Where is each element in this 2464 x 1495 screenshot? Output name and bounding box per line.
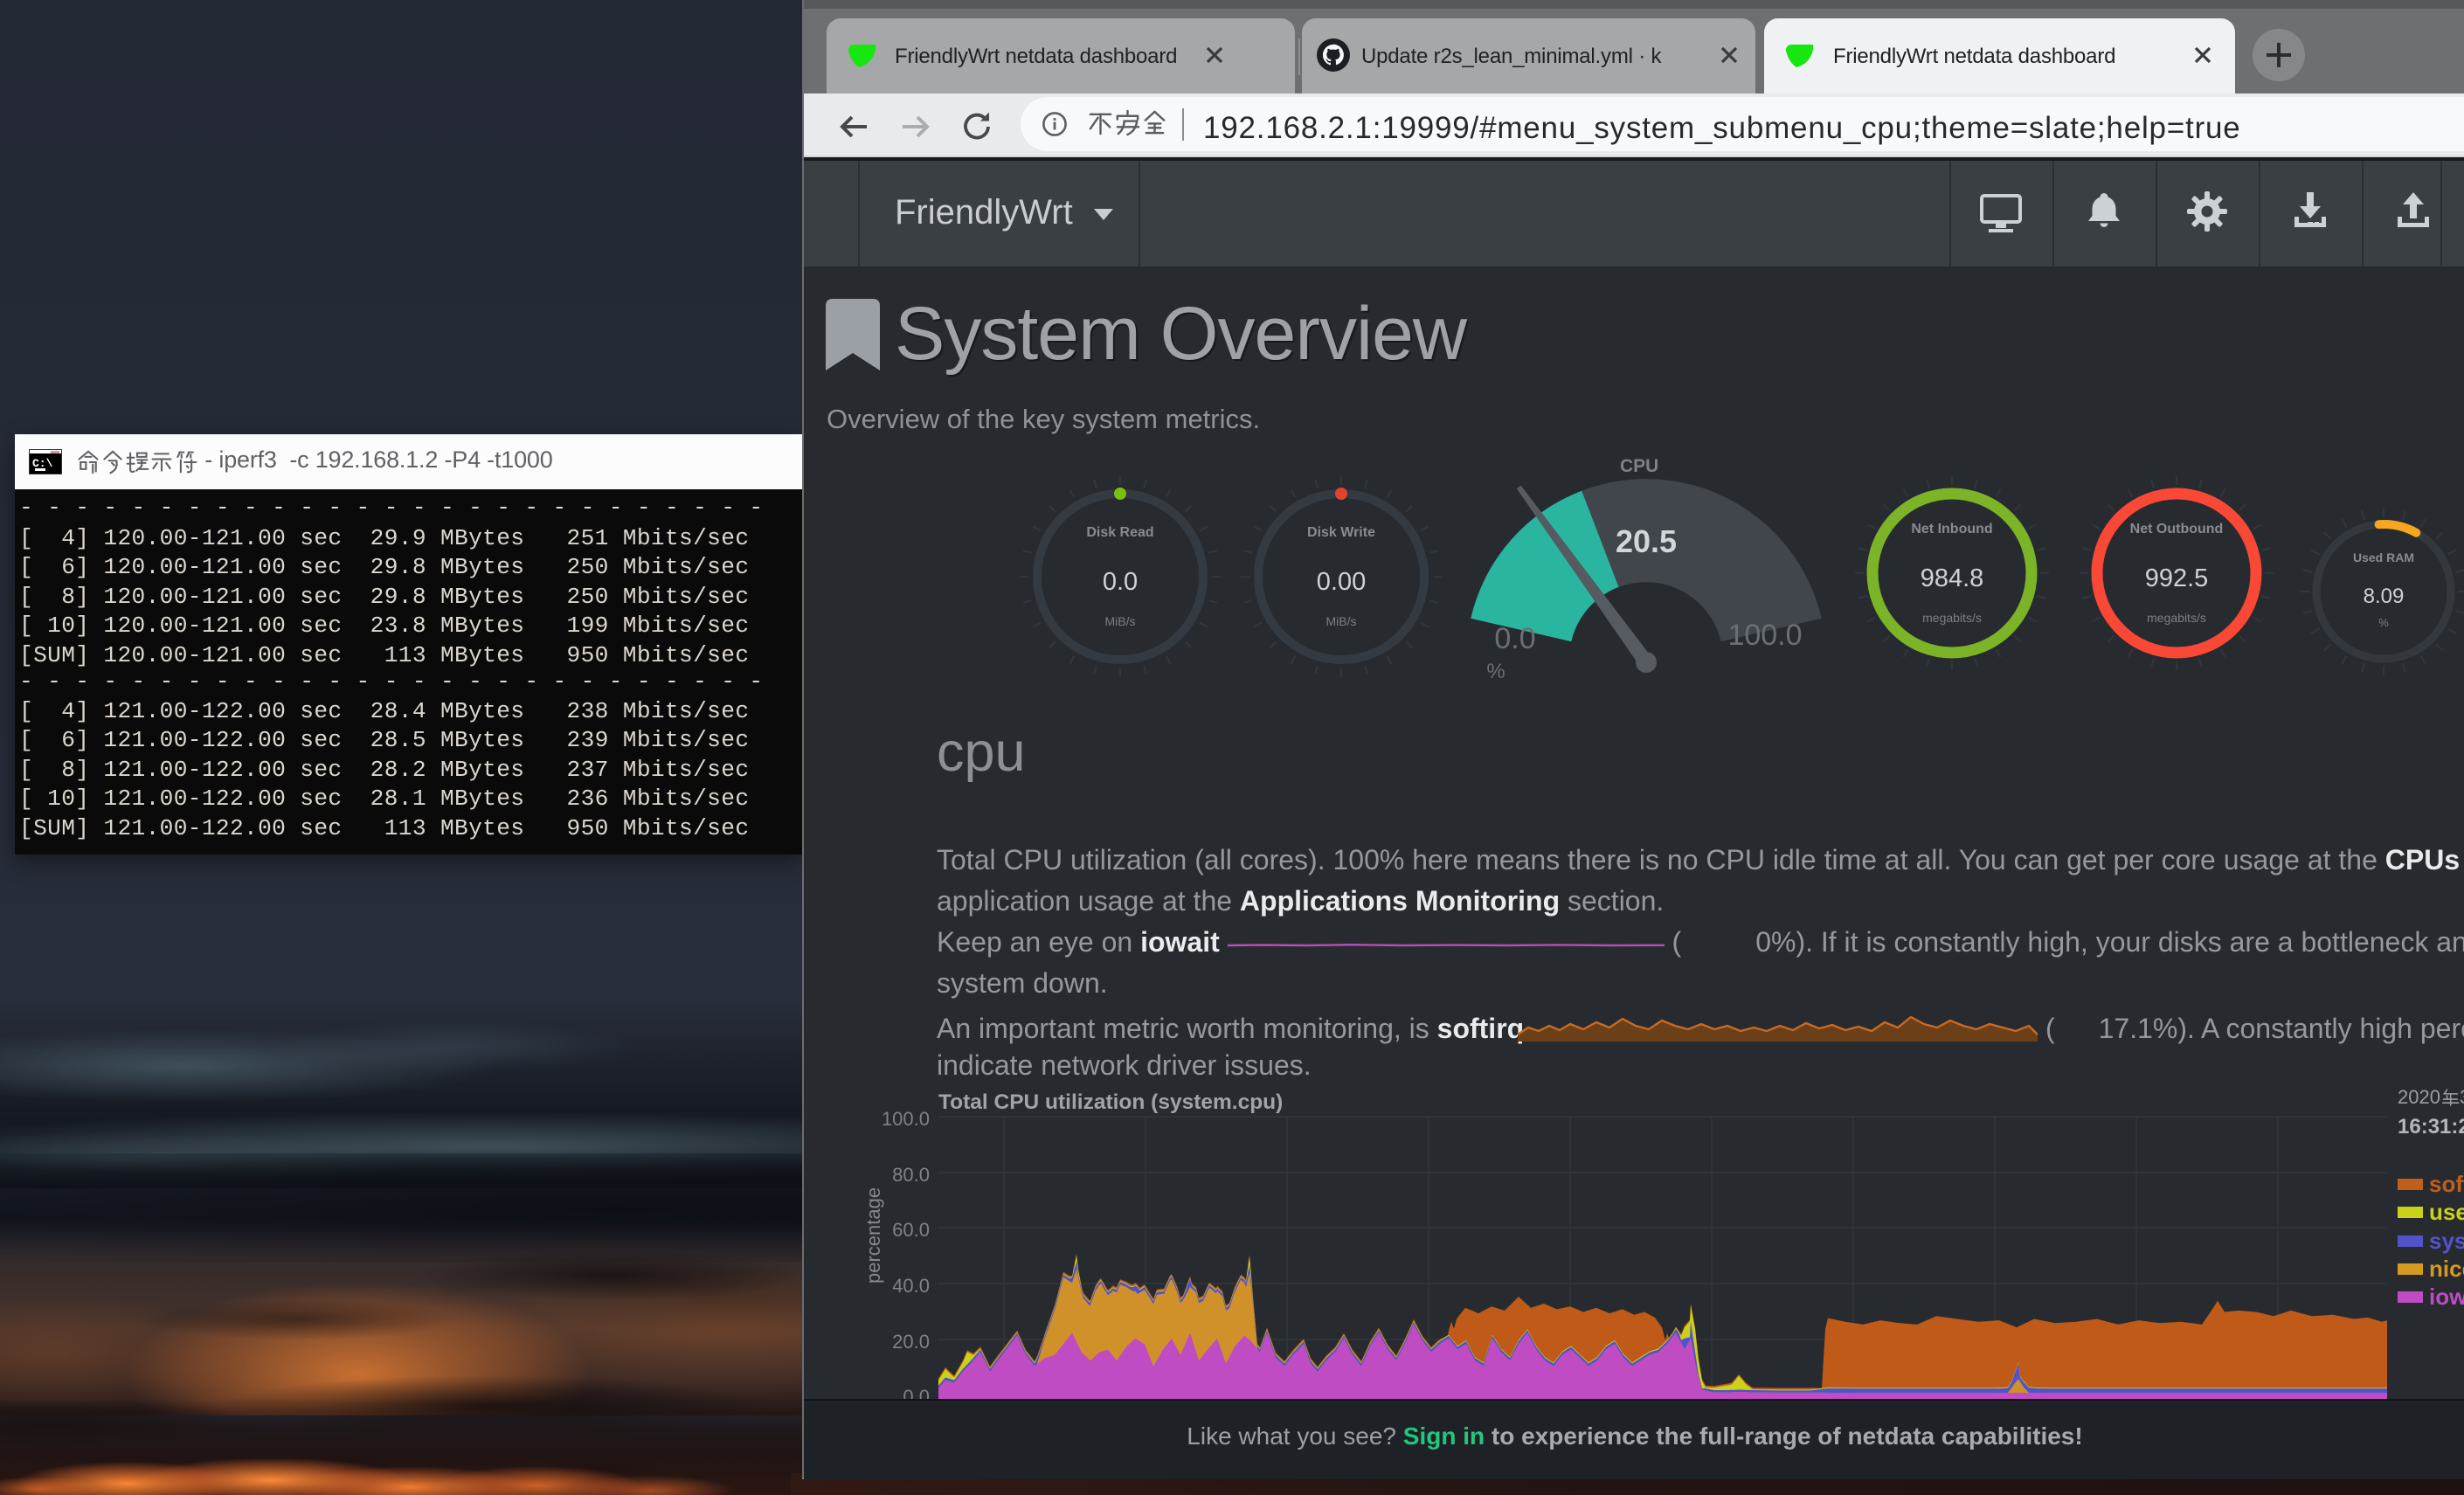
svg-text:100.0: 100.0 (1727, 619, 1802, 652)
svg-text:Used RAM: Used RAM (2353, 550, 2414, 564)
svg-text:20.5: 20.5 (1616, 523, 1677, 559)
svg-text:0.0: 0.0 (1494, 622, 1535, 655)
svg-text:8.09: 8.09 (2364, 585, 2405, 608)
svg-text:992.5: 992.5 (2145, 564, 2209, 592)
svg-text:0.0: 0.0 (1103, 568, 1138, 596)
svg-text:%: % (1486, 660, 1505, 683)
svg-text:MiB/s: MiB/s (1326, 614, 1357, 628)
svg-text:0.00: 0.00 (1317, 568, 1366, 596)
svg-text:megabits/s: megabits/s (2147, 611, 2206, 625)
svg-text:Disk Write: Disk Write (1307, 525, 1375, 540)
svg-text:MiB/s: MiB/s (1105, 614, 1136, 628)
svg-text:Net Outbound: Net Outbound (2130, 522, 2224, 536)
svg-text:984.8: 984.8 (1921, 564, 1984, 592)
svg-text:%: % (2378, 616, 2389, 629)
svg-text:Disk Read: Disk Read (1086, 525, 1153, 540)
svg-text:Net Inbound: Net Inbound (1911, 522, 1992, 536)
svg-text:megabits/s: megabits/s (1922, 611, 1982, 625)
